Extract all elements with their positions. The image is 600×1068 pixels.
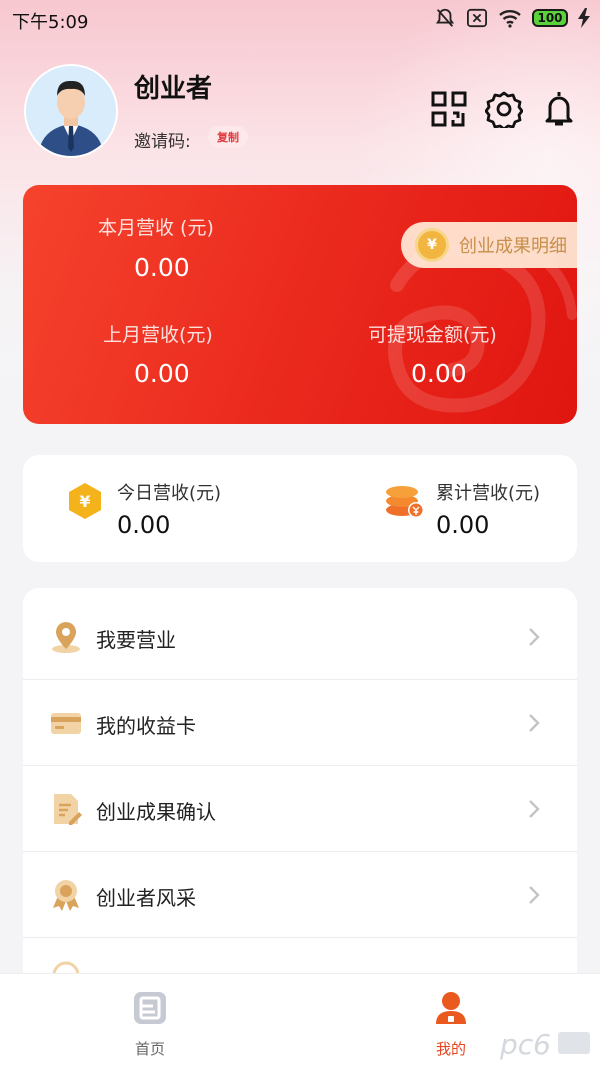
wifi-icon [499, 10, 521, 28]
earnings-detail-label: 创业成果明细 [459, 236, 567, 257]
menu-item-result-confirm[interactable]: 创业成果确认 [23, 766, 577, 852]
total-revenue-label: 累计营收(元) [436, 483, 541, 504]
card-icon [51, 713, 81, 734]
this-month-value: 0.00 [134, 253, 190, 282]
menu-item-earnings-card[interactable]: 我的收益卡 [23, 680, 577, 766]
location-pin-icon [52, 622, 80, 653]
today-revenue-label: 今日营收(元) [117, 483, 222, 504]
chevron-right-icon [529, 886, 540, 904]
total-revenue-value: 0.00 [436, 511, 490, 539]
chevron-right-icon [529, 628, 540, 646]
earnings-detail-button[interactable]: ¥ 创业成果明细 [401, 222, 577, 268]
user-portrait-icon [26, 66, 116, 156]
menu-list: 我要营业 我的收益卡 创业成果确认 创业者风采 [23, 588, 577, 1008]
stats-card: ¥ 今日营收(元) 0.00 累计营收(元) 0.00 [23, 455, 577, 562]
status-bar: 下午5:09 100 [0, 0, 600, 36]
this-month-label: 本月营收 (元) [98, 217, 214, 239]
award-icon [53, 880, 79, 911]
avatar[interactable] [24, 64, 118, 158]
tab-home[interactable]: 首页 [110, 990, 190, 1059]
svg-text:pc6: pc6 [500, 1028, 551, 1061]
sim-icon [467, 8, 487, 28]
menu-item-entrepreneur-showcase[interactable]: 创业者风采 [23, 852, 577, 938]
invite-code-label: 邀请码: [134, 132, 191, 152]
document-edit-icon [54, 794, 82, 825]
revenue-card: 本月营收 (元) 0.00 上月营收(元) 0.00 可提现金额(元) 0.00… [23, 185, 577, 424]
home-icon [134, 992, 166, 1024]
today-revenue-value: 0.00 [117, 511, 171, 539]
copy-invite-button[interactable]: 复制 [208, 126, 248, 148]
withdrawable-label: 可提现金额(元) [368, 324, 497, 346]
status-icons: 100 [434, 7, 590, 29]
hexagon-coin-glyph: ¥ [79, 492, 90, 511]
watermark-logo: pc6 [500, 1028, 590, 1061]
menu-item-label: 创业成果确认 [96, 800, 216, 824]
chevron-right-icon [529, 800, 540, 818]
withdrawable-value: 0.00 [411, 359, 467, 388]
charging-icon [578, 8, 590, 28]
bell-icon[interactable] [540, 90, 578, 128]
hexagon-coin-icon: ¥ [69, 483, 101, 519]
status-time: 下午5:09 [12, 12, 89, 33]
username: 创业者 [134, 74, 213, 104]
settings-icon[interactable] [485, 90, 523, 128]
mute-icon [435, 8, 455, 27]
menu-item-open-business[interactable]: 我要营业 [23, 594, 577, 680]
qr-code-icon[interactable] [430, 90, 468, 128]
menu-item-label: 我要营业 [96, 628, 176, 652]
tab-home-label: 首页 [134, 1040, 165, 1058]
menu-item-label: 我的收益卡 [96, 714, 196, 738]
battery-icon: 100 [532, 9, 568, 27]
user-icon [436, 992, 466, 1024]
last-month-label: 上月营收(元) [103, 324, 213, 346]
coin-stack-icon [386, 486, 424, 518]
tab-mine-label: 我的 [435, 1040, 466, 1058]
last-month-value: 0.00 [134, 359, 190, 388]
menu-item-label: 创业者风采 [96, 886, 196, 910]
tab-mine[interactable]: 我的 [411, 990, 491, 1059]
coin-icon: ¥ [415, 228, 449, 262]
chevron-right-icon [529, 714, 540, 732]
